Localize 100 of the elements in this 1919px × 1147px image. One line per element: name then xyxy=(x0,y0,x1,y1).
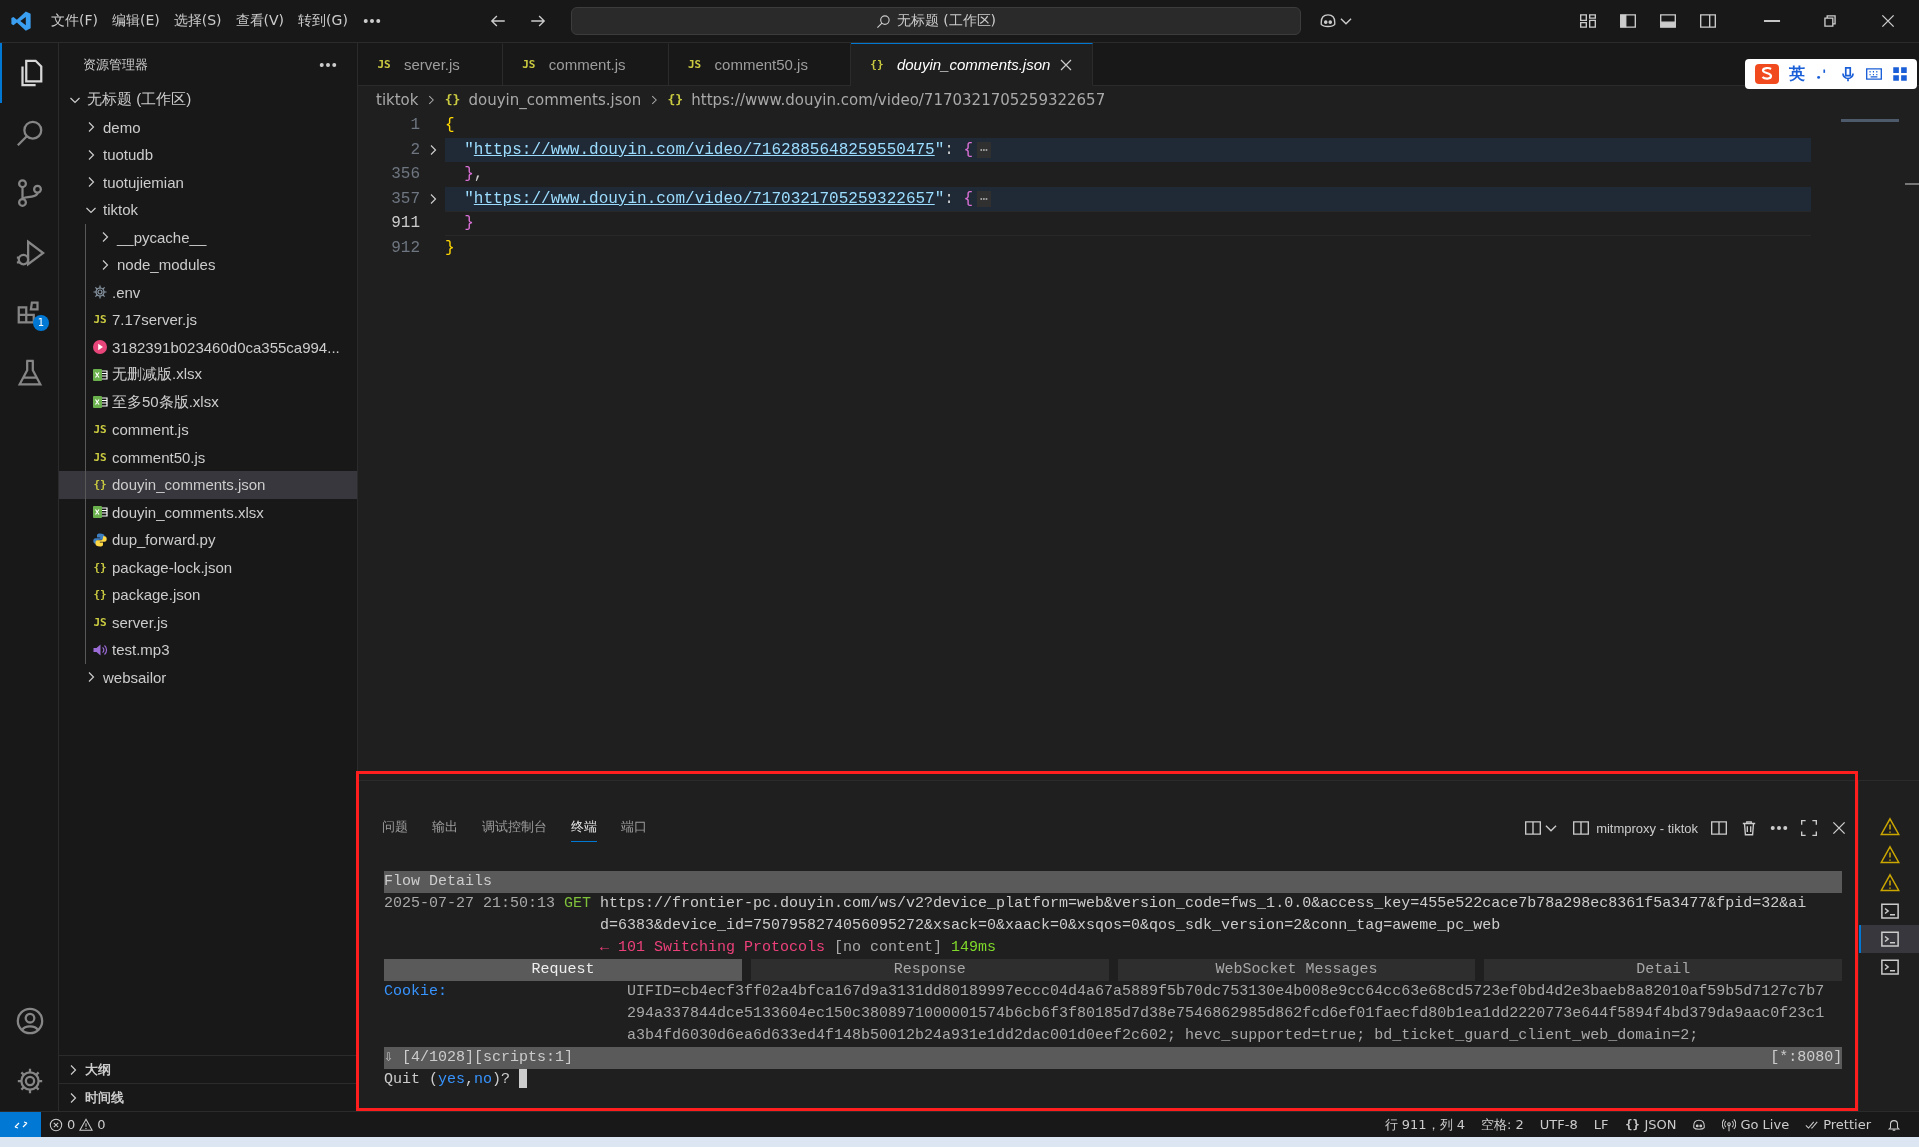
source-control-icon xyxy=(15,178,45,208)
keyboard-icon[interactable] xyxy=(1865,65,1883,83)
line-number: 1 xyxy=(409,116,420,135)
code-line: }, xyxy=(463,164,485,186)
breadcrumb-item[interactable]: {} douyin_comments.json xyxy=(444,90,642,109)
status-item[interactable]: LF xyxy=(1585,1117,1617,1132)
more-icon xyxy=(362,19,381,23)
folder-item[interactable]: websailor xyxy=(59,663,357,691)
spreadsheet-file-icon xyxy=(92,366,108,383)
folder-item[interactable]: tuotujiemian xyxy=(59,168,357,196)
workspace-item[interactable]: 无标题 (工作区) xyxy=(59,86,357,114)
proxy-address: [*:8080] xyxy=(1770,1048,1843,1068)
extensions-view-button[interactable]: 1 xyxy=(0,283,58,343)
broadcast-icon xyxy=(1722,1117,1737,1132)
problems-indicator[interactable]: 0 0 xyxy=(41,1117,114,1132)
js-file-icon: JS xyxy=(92,421,108,438)
file-type-icon: JS xyxy=(520,56,537,73)
split-terminal-icon[interactable] xyxy=(1710,819,1728,837)
status-item[interactable]: Prettier xyxy=(1797,1117,1879,1132)
line-number: 912 xyxy=(390,238,420,257)
line-number: 357 xyxy=(390,189,420,208)
ime-logo-icon[interactable] xyxy=(1753,62,1781,86)
panel-tab[interactable]: 端口 xyxy=(621,814,647,842)
menu-item[interactable]: 编辑(E) xyxy=(105,8,167,34)
trash-icon[interactable] xyxy=(1740,819,1758,837)
app-logo-icon xyxy=(10,10,32,32)
ime-mode-toggle[interactable]: 英 xyxy=(1789,63,1805,85)
detail-tab[interactable]: Detail xyxy=(1484,959,1843,981)
folder-item[interactable]: tuotudb xyxy=(59,141,357,169)
warning-icon xyxy=(1880,817,1900,837)
apps-grid-icon[interactable] xyxy=(1891,65,1909,83)
panel-tab[interactable]: 问题 xyxy=(382,814,408,842)
file-type-icon: {} xyxy=(868,56,885,73)
panel-tab[interactable]: 终端 xyxy=(571,814,597,842)
account-icon xyxy=(15,1006,45,1036)
more-icon xyxy=(319,62,337,67)
object-symbol-icon: {} xyxy=(667,91,684,108)
folder-item[interactable]: tiktok xyxy=(59,196,357,224)
code-line: } xyxy=(445,211,1811,236)
panel-tab[interactable]: 输出 xyxy=(432,814,458,842)
js-file-icon: JS xyxy=(92,614,108,631)
python-file-icon xyxy=(92,531,108,548)
menu-item[interactable]: 转到(G) xyxy=(291,8,355,34)
editor-tab[interactable]: JS comment.js xyxy=(502,43,669,86)
editor-tab[interactable]: JS comment50.js xyxy=(668,43,851,86)
gear-icon xyxy=(92,284,108,301)
microphone-icon[interactable] xyxy=(1839,65,1857,83)
status-item[interactable]: Go Live xyxy=(1714,1117,1798,1132)
detail-tab[interactable]: WebSocket Messages xyxy=(1117,959,1476,981)
folder-item[interactable]: demo xyxy=(59,113,357,141)
settings-icon xyxy=(15,1066,45,1096)
search-icon xyxy=(875,13,891,29)
status-item[interactable]: UTF-8 xyxy=(1531,1117,1586,1132)
layout-right-icon xyxy=(1699,12,1717,30)
editor-tab[interactable]: {} douyin_comments.json xyxy=(850,43,1094,86)
terminal-icon xyxy=(1880,901,1900,921)
menu-item[interactable]: 文件(F) xyxy=(44,8,105,34)
file-type-icon: JS xyxy=(376,56,392,73)
json-file-icon: {} xyxy=(92,586,108,603)
response-status: ← 101 Switching Protocols [no content] 149ms xyxy=(600,938,998,958)
layout-left-icon xyxy=(1619,12,1637,30)
section-header[interactable]: 大纲 xyxy=(59,1055,357,1083)
maximize-icon[interactable] xyxy=(1800,819,1818,837)
text-cursor xyxy=(519,1069,528,1088)
panel-tab[interactable]: 调试控制台 xyxy=(482,814,547,842)
folded-ellipsis[interactable]: ⋯ xyxy=(977,190,991,207)
play-file-icon xyxy=(92,339,108,356)
json-file-icon: {} xyxy=(92,559,108,576)
layout-grid-icon xyxy=(1579,12,1597,30)
code-line: } xyxy=(445,237,456,259)
close-icon[interactable] xyxy=(1830,819,1848,837)
copilot-icon xyxy=(1692,1117,1707,1132)
status-item[interactable]: 行 911，列 4 xyxy=(1376,1115,1473,1134)
more-icon[interactable] xyxy=(1770,826,1788,830)
menu-item[interactable]: 查看(V) xyxy=(228,8,292,34)
file-item[interactable]: {} douyin_comments.json xyxy=(59,471,357,499)
folded-ellipsis[interactable]: ⋯ xyxy=(977,141,991,158)
minimize-icon xyxy=(1763,19,1781,23)
terminal-list-item[interactable] xyxy=(1859,925,1919,953)
minimap-drawing xyxy=(1841,119,1899,122)
menu-item[interactable]: 选择(S) xyxy=(166,8,229,34)
command-center-search[interactable]: 无标题 (工作区) xyxy=(570,7,1301,35)
language-mode[interactable]: {} JSON xyxy=(1616,1116,1685,1133)
restore-icon xyxy=(1821,12,1839,30)
detail-tab[interactable]: Request xyxy=(384,959,742,981)
header-name: Cookie: xyxy=(384,982,448,1002)
detail-tab[interactable]: Response xyxy=(750,959,1109,981)
line-number: 911 xyxy=(390,214,420,233)
breadcrumb-item[interactable]: tiktok xyxy=(376,90,419,109)
url-link[interactable]: https://www.douyin.com/video/7170321705259322657 xyxy=(473,189,935,208)
breadcrumb-item[interactable]: {} https://www.douyin.com/video/7170321705259322657 xyxy=(667,90,1106,109)
status-item[interactable]: 空格: 2 xyxy=(1472,1115,1532,1134)
split-icon xyxy=(1572,819,1591,837)
json-file-icon: {} xyxy=(92,476,108,493)
layout-bottom-icon xyxy=(1659,12,1677,30)
quit-prompt: Quit (yes,no)? xyxy=(384,1070,512,1090)
line-number: 2 xyxy=(409,140,420,159)
editor-tab[interactable]: JS server.js xyxy=(358,43,503,86)
url-link[interactable]: https://www.douyin.com/video/7162885648259550475 xyxy=(473,140,935,159)
terminal-name[interactable]: mitmproxy - tiktok xyxy=(1572,819,1698,837)
